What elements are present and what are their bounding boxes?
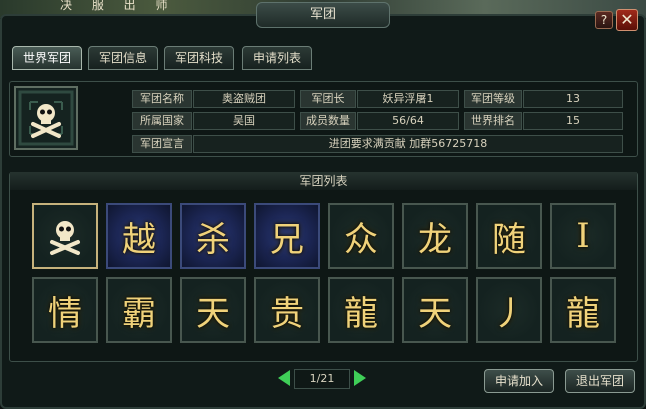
slot-char: 贵 <box>270 293 304 334</box>
level-value: 13 <box>523 90 623 108</box>
legion-name-value: 奥盗贼团 <box>193 90 295 108</box>
country-label: 所属国家 <box>132 112 192 130</box>
legion-slot-7[interactable]: 随 <box>476 203 542 269</box>
legion-slot-14[interactable]: 天 <box>402 277 468 343</box>
skull-crossbones-icon <box>18 90 74 146</box>
legion-slot-2[interactable]: 越 <box>106 203 172 269</box>
slot-char: 天 <box>196 293 230 334</box>
skull-crossbones-icon <box>50 221 80 255</box>
slot-char: 龙 <box>418 219 452 260</box>
slot-char: 龍 <box>566 293 600 334</box>
apply-join-button[interactable]: 申请加入 <box>484 369 554 393</box>
leader-value: 妖异浮屠1 <box>357 90 459 108</box>
slot-char: 随 <box>492 219 526 260</box>
legion-slot-16[interactable]: 龍 <box>550 277 616 343</box>
slot-char: 兄 <box>270 219 304 260</box>
slot-char: I <box>576 216 590 256</box>
scene-text: 决 服 出 师 <box>60 0 176 12</box>
tab-world-legion[interactable]: 世界军团 <box>12 46 82 70</box>
legion-slot-10[interactable]: 霸 <box>106 277 172 343</box>
slot-char: 杀 <box>196 219 230 260</box>
legion-slot-5[interactable]: 众 <box>328 203 394 269</box>
level-label: 军团等级 <box>464 90 522 108</box>
legion-list-header: 军团列表 <box>10 172 637 190</box>
slot-char: 天 <box>418 293 452 334</box>
members-value: 56/64 <box>357 112 459 130</box>
slot-char: 越 <box>122 219 156 260</box>
rank-value: 15 <box>523 112 623 130</box>
quit-legion-button[interactable]: 退出军团 <box>565 369 635 393</box>
slot-char: 情 <box>48 293 82 334</box>
legion-slot-11[interactable]: 天 <box>180 277 246 343</box>
members-label: 成员数量 <box>300 112 356 130</box>
window-title: 军团 <box>256 2 390 28</box>
tab-legion-info[interactable]: 军团信息 <box>88 46 158 70</box>
legion-emblem <box>14 86 78 150</box>
motto-label: 军团宣言 <box>132 135 192 153</box>
legion-slot-3[interactable]: 杀 <box>180 203 246 269</box>
legion-slot-6[interactable]: 龙 <box>402 203 468 269</box>
prev-page-arrow-icon[interactable] <box>278 370 290 386</box>
legion-slot-1[interactable] <box>32 203 98 269</box>
close-button[interactable]: ✕ <box>616 9 638 31</box>
slot-char: 众 <box>344 219 378 260</box>
legion-slot-9[interactable]: 情 <box>32 277 98 343</box>
tab-legion-tech[interactable]: 军团科技 <box>164 46 234 70</box>
legion-list-panel <box>9 172 638 362</box>
rank-label: 世界排名 <box>464 112 522 130</box>
legion-slot-13[interactable]: 龍 <box>328 277 394 343</box>
tab-application-list[interactable]: 申请列表 <box>242 46 312 70</box>
motto-value: 进团要求满贡献 加群56725718 <box>193 135 623 153</box>
slot-char: 丿 <box>492 293 526 334</box>
page-indicator: 1/21 <box>294 369 350 389</box>
legion-slot-12[interactable]: 贵 <box>254 277 320 343</box>
slot-char: 龍 <box>344 293 378 334</box>
legion-name-label: 军团名称 <box>132 90 192 108</box>
legion-slot-15[interactable]: 丿 <box>476 277 542 343</box>
leader-label: 军团长 <box>300 90 356 108</box>
legion-slot-8[interactable]: I <box>550 203 616 269</box>
legion-slot-4[interactable]: 兄 <box>254 203 320 269</box>
help-button[interactable]: ? <box>595 11 613 29</box>
next-page-arrow-icon[interactable] <box>354 370 366 386</box>
slot-char: 霸 <box>122 293 156 334</box>
country-value: 吴国 <box>193 112 295 130</box>
